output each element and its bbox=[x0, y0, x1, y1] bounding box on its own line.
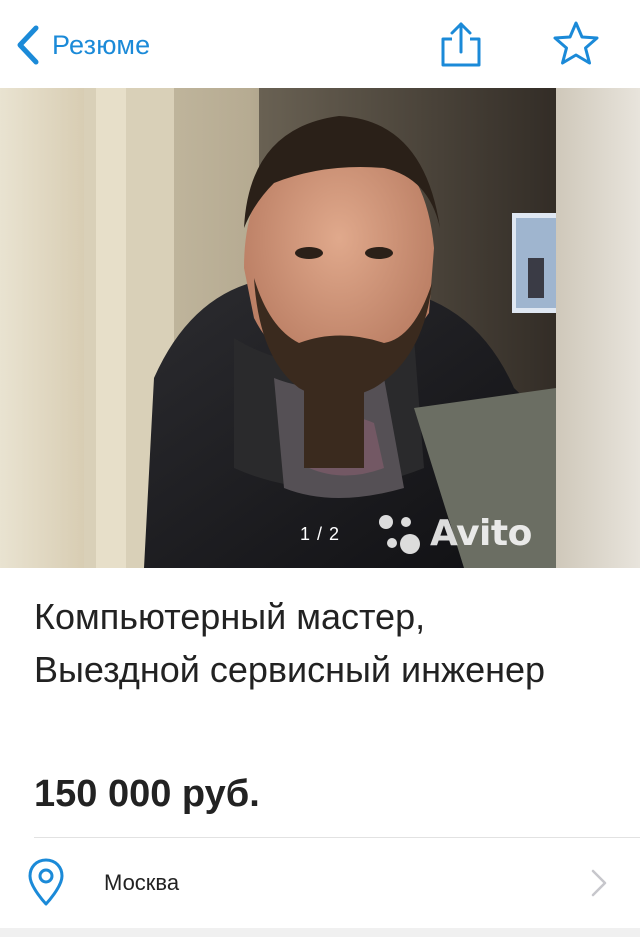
favorite-button[interactable] bbox=[550, 18, 602, 70]
chevron-left-icon bbox=[17, 25, 39, 65]
chevron-right-icon bbox=[591, 869, 607, 897]
share-button[interactable] bbox=[434, 18, 486, 70]
back-button-label: Резюме bbox=[52, 29, 151, 60]
location-row[interactable]: Москва bbox=[0, 838, 640, 930]
top-navigation-bar: Резюме bbox=[0, 0, 640, 88]
share-icon bbox=[441, 22, 481, 67]
avito-logo-icon bbox=[379, 515, 420, 554]
location-label: Москва bbox=[104, 870, 180, 895]
bottom-strip bbox=[0, 928, 640, 937]
location-pin-icon bbox=[28, 858, 64, 906]
next-photo-preview[interactable] bbox=[556, 88, 640, 568]
listing-title: Компьютерный мастер, Выездной сервисный … bbox=[34, 596, 546, 690]
photo-gallery[interactable]: 1 / 2 Avito bbox=[0, 88, 640, 568]
star-icon bbox=[553, 21, 599, 65]
watermark-text: Avito bbox=[430, 512, 532, 554]
photo-counter: 1 / 2 bbox=[299, 524, 341, 544]
listing-price: 150 000 руб. bbox=[34, 773, 260, 815]
previous-photo-preview[interactable] bbox=[0, 88, 84, 568]
main-photo[interactable] bbox=[84, 88, 556, 568]
avito-watermark: Avito bbox=[374, 506, 532, 560]
back-button[interactable]: Резюме bbox=[14, 22, 150, 68]
